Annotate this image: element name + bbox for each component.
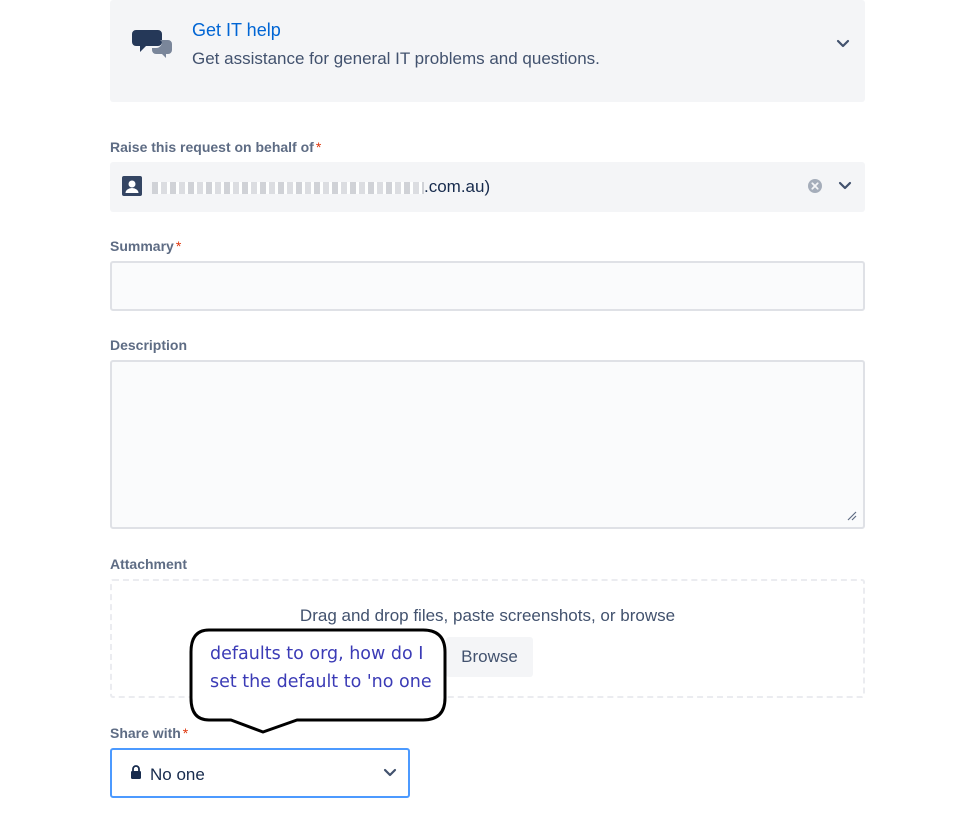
annotation-line: set the default to 'no one — [210, 672, 432, 692]
required-mark: * — [175, 238, 182, 254]
annotation-line: defaults to org, how do I — [210, 644, 424, 664]
request-type-title[interactable]: Get IT help — [192, 20, 281, 41]
avatar-icon — [122, 176, 142, 196]
behalf-value-suffix: .com.au) — [424, 177, 491, 196]
summary-label-text: Summary — [110, 238, 174, 254]
behalf-select[interactable]: .com.au) — [110, 162, 865, 212]
behalf-label: Raise this request on behalf of * — [110, 139, 321, 155]
behalf-label-text: Raise this request on behalf of — [110, 139, 314, 155]
request-type-description: Get assistance for general IT problems a… — [192, 49, 600, 68]
behalf-value: .com.au) — [152, 177, 490, 197]
description-textarea[interactable] — [110, 360, 865, 529]
share-with-label-text: Share with — [110, 725, 181, 741]
browse-button[interactable]: Browse — [446, 637, 533, 677]
annotation-text: defaults to org, how do I set the defaul… — [210, 640, 450, 696]
chat-bubbles-icon — [132, 30, 172, 58]
share-with-value: No one — [150, 765, 205, 784]
attachment-label: Attachment — [110, 556, 188, 572]
description-label: Description — [110, 337, 188, 353]
request-type-card[interactable]: Get IT help Get assistance for general I… — [110, 0, 865, 102]
clear-icon[interactable] — [807, 178, 823, 194]
required-mark: * — [315, 139, 322, 155]
resize-handle-icon[interactable] — [845, 509, 857, 521]
chevron-down-icon[interactable] — [835, 36, 851, 52]
chevron-down-icon[interactable] — [382, 765, 398, 781]
share-with-label: Share with * — [110, 725, 188, 741]
summary-label: Summary * — [110, 238, 181, 254]
redacted-text — [152, 181, 424, 194]
share-with-select[interactable]: No one — [110, 748, 410, 798]
dropzone-text: Drag and drop files, paste screenshots, … — [299, 606, 676, 625]
chevron-down-icon[interactable] — [837, 178, 853, 194]
lock-icon — [131, 765, 141, 779]
summary-input[interactable] — [110, 261, 865, 311]
